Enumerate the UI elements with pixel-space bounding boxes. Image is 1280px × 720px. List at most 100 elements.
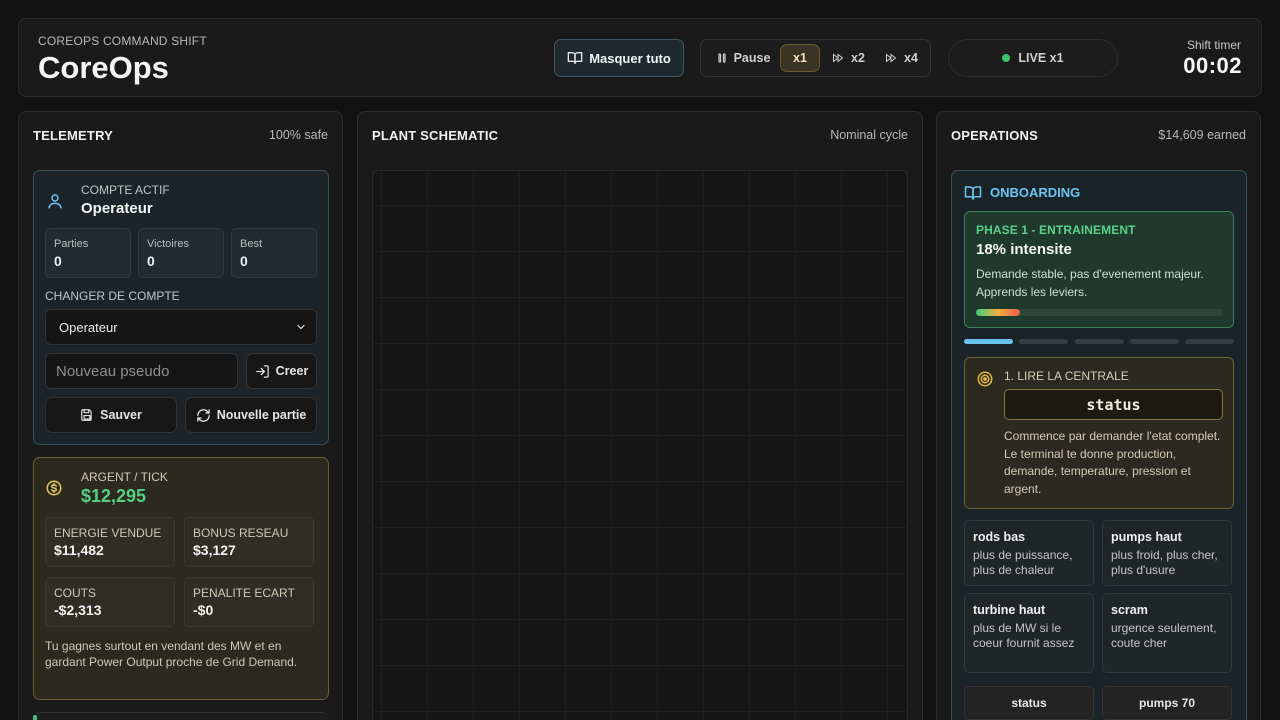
stat-value: 0 xyxy=(147,253,155,269)
tip-description: plus de puissance, plus de chaleur xyxy=(973,548,1073,577)
quick-command-pumps[interactable]: pumps 70 xyxy=(1102,686,1232,720)
save-icon xyxy=(81,409,92,421)
schematic-canvas[interactable] xyxy=(372,170,908,720)
account-card: COMPTE ACTIF Operateur Parties 0 Victoir… xyxy=(33,170,329,445)
chevron-down-icon xyxy=(297,324,305,330)
live-dot-icon xyxy=(1002,54,1011,62)
pause-label: Pause xyxy=(733,51,771,65)
money-box-value: $3,127 xyxy=(193,542,236,558)
shift-timer-value: 00:02 xyxy=(1183,53,1242,78)
switch-account-label: CHANGER DE COMPTE xyxy=(45,289,180,303)
create-account-label: Creer xyxy=(275,364,309,378)
energy-sold-box: ENERGIE VENDUE $11,482 xyxy=(45,517,175,567)
telemetry-panel: TELEMETRY 100% safe COMPTE ACTIF Operate… xyxy=(18,111,343,720)
tip-title: turbine haut xyxy=(973,603,1046,617)
stat-label: Victoires xyxy=(147,238,189,250)
phase-card: PHASE 1 - ENTRAINEMENT 18% intensite Dem… xyxy=(964,211,1234,328)
save-label: Sauver xyxy=(100,408,142,422)
task-command[interactable]: status xyxy=(1004,389,1223,420)
stat-parties: Parties 0 xyxy=(45,228,131,278)
money-per-tick-label: ARGENT / TICK xyxy=(81,470,168,484)
intensity-bar-fill xyxy=(976,309,1021,316)
new-pseudo-input[interactable] xyxy=(45,353,238,389)
tip-description: plus de MW si le coeur fournit assez xyxy=(973,621,1075,650)
stat-best: Best 0 xyxy=(231,228,317,278)
onboarding-step-indicator xyxy=(1185,339,1234,344)
money-box-label: PENALITE ECART xyxy=(193,586,295,600)
pause-icon xyxy=(717,53,726,63)
account-label: COMPTE ACTIF xyxy=(81,183,170,197)
money-box-value: -$0 xyxy=(193,602,214,618)
refresh-icon xyxy=(196,408,210,422)
operations-earned: $14,609 earned xyxy=(1158,128,1246,142)
next-card-edge xyxy=(33,712,329,720)
user-icon xyxy=(48,194,62,209)
stat-label: Parties xyxy=(54,238,89,250)
brand-title: CoreOps xyxy=(38,50,169,85)
money-box-label: ENERGIE VENDUE xyxy=(54,526,162,540)
costs-box: COUTS -$2,313 xyxy=(45,577,175,627)
speed-x4-button[interactable]: x4 xyxy=(877,44,925,72)
save-button[interactable]: Sauver xyxy=(45,397,177,433)
grid-bonus-box: BONUS RESEAU $3,127 xyxy=(184,517,314,567)
schematic-panel: PLANT SCHEMATIC Nominal cycle xyxy=(357,111,923,720)
speed-x2-button[interactable]: x2 xyxy=(824,44,872,72)
shift-timer-label: Shift timer xyxy=(1186,38,1241,52)
phase-description: Demande stable, pas d'evenement majeur. … xyxy=(976,267,1204,299)
account-select-value: Operateur xyxy=(59,319,118,335)
target-icon xyxy=(977,371,993,387)
book-icon xyxy=(964,186,982,200)
login-icon xyxy=(255,364,269,378)
operations-title: OPERATIONS xyxy=(951,128,1038,143)
account-select[interactable]: Operateur xyxy=(45,309,317,345)
task-card: 1. LIRE LA CENTRALE status Commence par … xyxy=(964,357,1234,509)
quick-command-status[interactable]: status xyxy=(964,686,1094,720)
create-account-button[interactable]: Creer xyxy=(246,353,317,389)
money-box-value: $11,482 xyxy=(54,542,104,558)
phase-intensity: 18% intensite xyxy=(976,241,1072,258)
speed-x1-label: x1 xyxy=(793,51,807,65)
speed-x1-button[interactable]: x1 xyxy=(780,44,820,72)
stat-label: Best xyxy=(240,238,263,250)
phase-tag: PHASE 1 - ENTRAINEMENT xyxy=(976,223,1136,237)
money-box-label: BONUS RESEAU xyxy=(193,526,289,540)
operations-panel: OPERATIONS $14,609 earned ONBOARDING PHA… xyxy=(936,111,1261,720)
new-game-label: Nouvelle partie xyxy=(216,408,307,422)
onboarding-title: ONBOARDING xyxy=(990,185,1081,200)
stat-value: 0 xyxy=(240,253,248,269)
fast-forward-icon xyxy=(886,53,897,63)
onboarding-card: ONBOARDING PHASE 1 - ENTRAINEMENT 18% in… xyxy=(951,170,1247,720)
new-game-button[interactable]: Nouvelle partie xyxy=(185,397,317,433)
intensity-bar xyxy=(976,309,1223,316)
tip-description: plus froid, plus cher, plus d'usure xyxy=(1111,548,1218,577)
money-card: ARGENT / TICK $12,295 ENERGIE VENDUE $11… xyxy=(33,457,329,700)
speed-x4-label: x4 xyxy=(904,51,918,65)
schematic-cycle-status: Nominal cycle xyxy=(830,128,908,142)
speed-x2-label: x2 xyxy=(851,51,865,65)
onboarding-step-indicator xyxy=(1019,339,1069,344)
onboarding-steps xyxy=(964,339,1234,345)
onboarding-step-indicator xyxy=(964,339,1013,344)
stat-victoires: Victoires 0 xyxy=(138,228,224,278)
schematic-title: PLANT SCHEMATIC xyxy=(372,128,499,143)
tip-title: rods bas xyxy=(973,530,1026,544)
hide-tutorial-button[interactable]: Masquer tuto xyxy=(554,39,684,77)
onboarding-step-indicator xyxy=(1129,339,1179,344)
app-header: COREOPS COMMAND SHIFT CoreOps Masquer tu… xyxy=(18,18,1262,97)
fast-forward-icon xyxy=(833,53,844,63)
money-hint: Tu gagnes surtout en vendant des MW et e… xyxy=(45,639,298,669)
tip-title: scram xyxy=(1111,603,1148,617)
book-icon xyxy=(567,52,583,64)
task-label: 1. LIRE LA CENTRALE xyxy=(1004,369,1129,383)
account-name: Operateur xyxy=(81,200,153,217)
tip-card-scram: scram urgence seulement, coute cher xyxy=(1102,593,1232,673)
tip-description: urgence seulement, coute cher xyxy=(1111,621,1217,650)
speed-controls: Pause x1 x2 x4 xyxy=(700,39,931,77)
pause-button[interactable]: Pause xyxy=(709,44,777,72)
live-status-label: LIVE x1 xyxy=(1018,51,1064,65)
money-box-value: -$2,313 xyxy=(54,602,102,618)
money-box-label: COUTS xyxy=(54,586,96,600)
tip-card-pumps: pumps haut plus froid, plus cher, plus d… xyxy=(1102,520,1232,586)
telemetry-title: TELEMETRY xyxy=(33,128,114,143)
stat-value: 0 xyxy=(54,253,62,269)
